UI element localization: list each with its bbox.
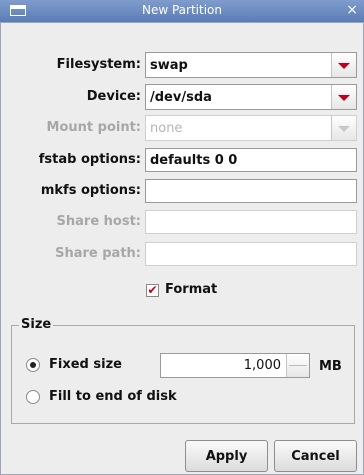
mkfs-options-row: mkfs options: [1, 178, 364, 204]
fstab-options-input[interactable] [145, 148, 357, 172]
device-dropdown-button[interactable] [331, 85, 356, 109]
mount-point-label: Mount point: [46, 120, 141, 135]
mount-point-row: Mount point: none [1, 115, 364, 141]
mount-point-select[interactable]: none [145, 115, 357, 141]
cancel-button[interactable]: Cancel [274, 440, 357, 472]
mkfs-options-input[interactable] [145, 179, 357, 203]
size-unit: MB [319, 359, 342, 374]
size-spinner[interactable]: 1,000 [160, 353, 310, 378]
share-path-label: Share path: [55, 246, 141, 261]
fstab-options-label: fstab options: [38, 152, 141, 167]
size-spinner-buttons[interactable] [286, 354, 309, 377]
share-host-label: Share host: [56, 214, 141, 229]
mount-point-placeholder: none [150, 121, 183, 136]
chevron-down-icon [338, 95, 350, 101]
fill-to-end-radio[interactable] [26, 390, 40, 404]
fixed-size-radio[interactable] [26, 358, 40, 372]
spinner-divider [289, 365, 307, 366]
window-title: New Partition [142, 3, 222, 17]
apply-button[interactable]: Apply [185, 440, 268, 472]
filesystem-value: swap [150, 58, 188, 73]
device-row: Device: /dev/sda [1, 84, 364, 110]
fill-to-end-label: Fill to end of disk [49, 389, 177, 404]
size-legend: Size [19, 317, 54, 332]
format-label: Format [165, 282, 218, 297]
device-label: Device: [86, 89, 141, 104]
share-path-input[interactable] [145, 242, 357, 266]
device-select[interactable]: /dev/sda [145, 84, 357, 110]
filesystem-dropdown-button[interactable] [331, 53, 356, 77]
mount-point-dropdown-button[interactable] [331, 116, 356, 140]
format-checkbox[interactable]: ✔ [146, 284, 159, 297]
filesystem-select[interactable]: swap [145, 52, 357, 78]
fstab-options-row: fstab options: [1, 147, 364, 173]
chevron-down-icon [338, 63, 350, 69]
title-bar: New Partition × [0, 0, 364, 22]
size-spinner-value: 1,000 [243, 358, 281, 373]
close-icon[interactable]: × [346, 2, 358, 18]
filesystem-label: Filesystem: [56, 57, 141, 72]
mkfs-options-label: mkfs options: [40, 183, 141, 198]
share-host-input[interactable] [145, 210, 357, 234]
filesystem-row: Filesystem: swap [1, 52, 364, 78]
fixed-size-label: Fixed size [49, 357, 122, 372]
share-path-row: Share path: [1, 241, 364, 267]
dialog-body: Filesystem: swap Device: /dev/sda Mount … [0, 22, 364, 475]
device-value: /dev/sda [150, 90, 212, 105]
size-group: Size Fixed size 1,000 MB Fill to end of … [11, 317, 355, 424]
chevron-down-icon [338, 126, 350, 132]
share-host-row: Share host: [1, 209, 364, 235]
